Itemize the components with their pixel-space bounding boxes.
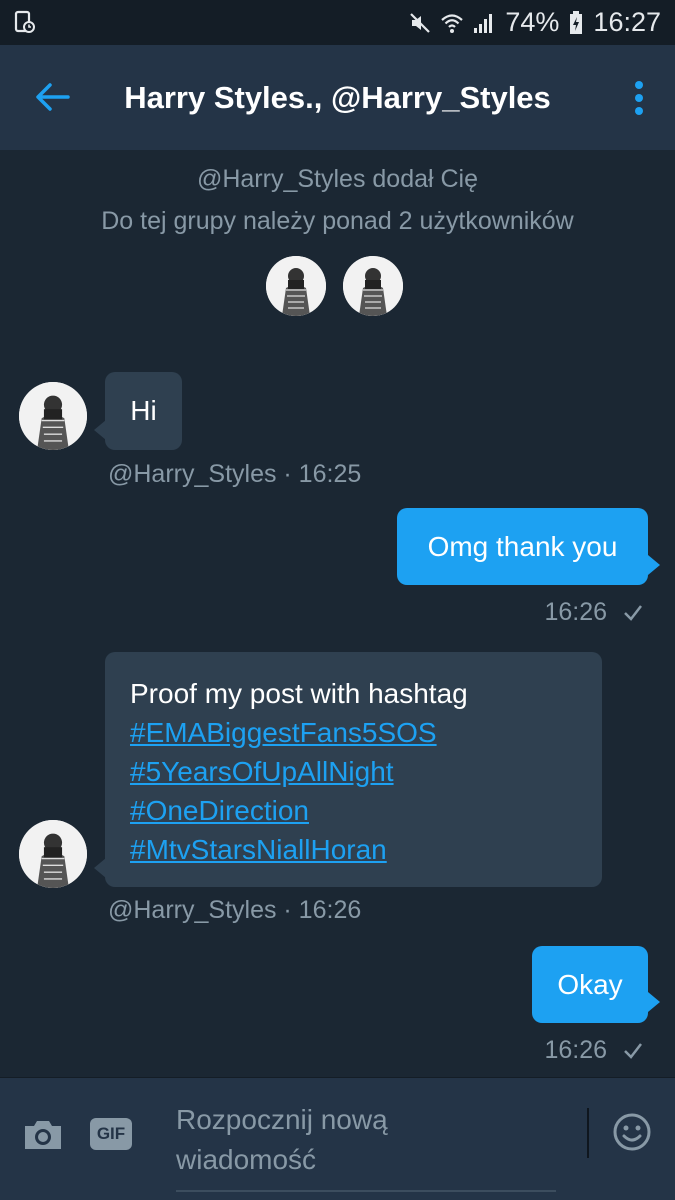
signal-icon <box>474 13 493 33</box>
participant-avatar[interactable] <box>343 256 403 316</box>
hashtag-link[interactable]: #5YearsOfUpAllNight <box>130 752 577 791</box>
sender-avatar[interactable] <box>19 820 87 888</box>
sent-check-icon <box>624 1042 642 1059</box>
message-meta: @Harry_Styles · 16:26 <box>108 896 362 924</box>
message-bubble-outgoing[interactable]: Omg thank you <box>397 508 648 585</box>
message-bubble-incoming[interactable]: Proof my post with hashtag #EMABiggestFa… <box>105 652 602 887</box>
sent-check-icon <box>624 604 642 621</box>
message-meta: @Harry_Styles · 16:25 <box>108 460 362 488</box>
message-text: Hi <box>130 395 157 426</box>
hashtag-link[interactable]: #MtvStarsNiallHoran <box>130 830 577 869</box>
composer-divider <box>587 1108 589 1158</box>
bubble-tail <box>648 992 660 1012</box>
input-placeholder-line1: Rozpocznij nową <box>176 1104 388 1135</box>
conversation-header: Harry Styles., @Harry_Styles <box>0 45 675 150</box>
message-bubble-outgoing[interactable]: Okay <box>532 946 648 1023</box>
message-bubble-incoming[interactable]: Hi <box>105 372 182 450</box>
message-input[interactable]: Rozpocznij nową wiadomość <box>176 1100 556 1192</box>
status-bar: 74% 16:27 <box>0 0 675 45</box>
mute-icon <box>410 12 431 33</box>
input-placeholder-line2: wiadomość <box>176 1144 317 1175</box>
gif-button[interactable]: GIF <box>90 1118 132 1150</box>
more-options-icon[interactable] <box>633 80 645 116</box>
sender-avatar[interactable] <box>19 382 87 450</box>
battery-charging-icon <box>570 10 583 34</box>
message-time: 16:26 <box>544 598 607 626</box>
message-meta: 16:26 <box>544 598 643 627</box>
hashtag-link[interactable]: #EMABiggestFans5SOS <box>130 713 577 752</box>
message-text: Proof my post with hashtag <box>130 678 468 709</box>
added-by-notice: @Harry_Styles dodał Cię <box>196 165 479 193</box>
clock: 16:27 <box>593 7 661 37</box>
message-composer: GIF Rozpocznij nową wiadomość <box>0 1077 675 1200</box>
group-info-notice: Do tej grupy należy ponad 2 użytkowników <box>101 207 574 235</box>
emoji-icon[interactable] <box>612 1112 652 1152</box>
message-time: 16:26 <box>544 1036 607 1064</box>
back-arrow-icon[interactable] <box>34 81 70 113</box>
message-text: Omg thank you <box>427 530 618 562</box>
message-text: Okay <box>557 968 623 1000</box>
battery-percent: 74% <box>505 7 560 37</box>
camera-icon[interactable] <box>22 1118 64 1152</box>
participant-avatar[interactable] <box>266 256 326 316</box>
dm-screen: 74% 16:27 Harry Styles., @Harry_Styles @… <box>0 0 675 1200</box>
hashtag-link[interactable]: #OneDirection <box>130 791 577 830</box>
wifi-icon <box>441 13 464 33</box>
bubble-tail <box>648 555 660 575</box>
conversation-title: Harry Styles., @Harry_Styles <box>124 79 551 115</box>
message-meta: 16:26 <box>544 1036 643 1065</box>
screenshot-notification-icon <box>14 10 35 33</box>
